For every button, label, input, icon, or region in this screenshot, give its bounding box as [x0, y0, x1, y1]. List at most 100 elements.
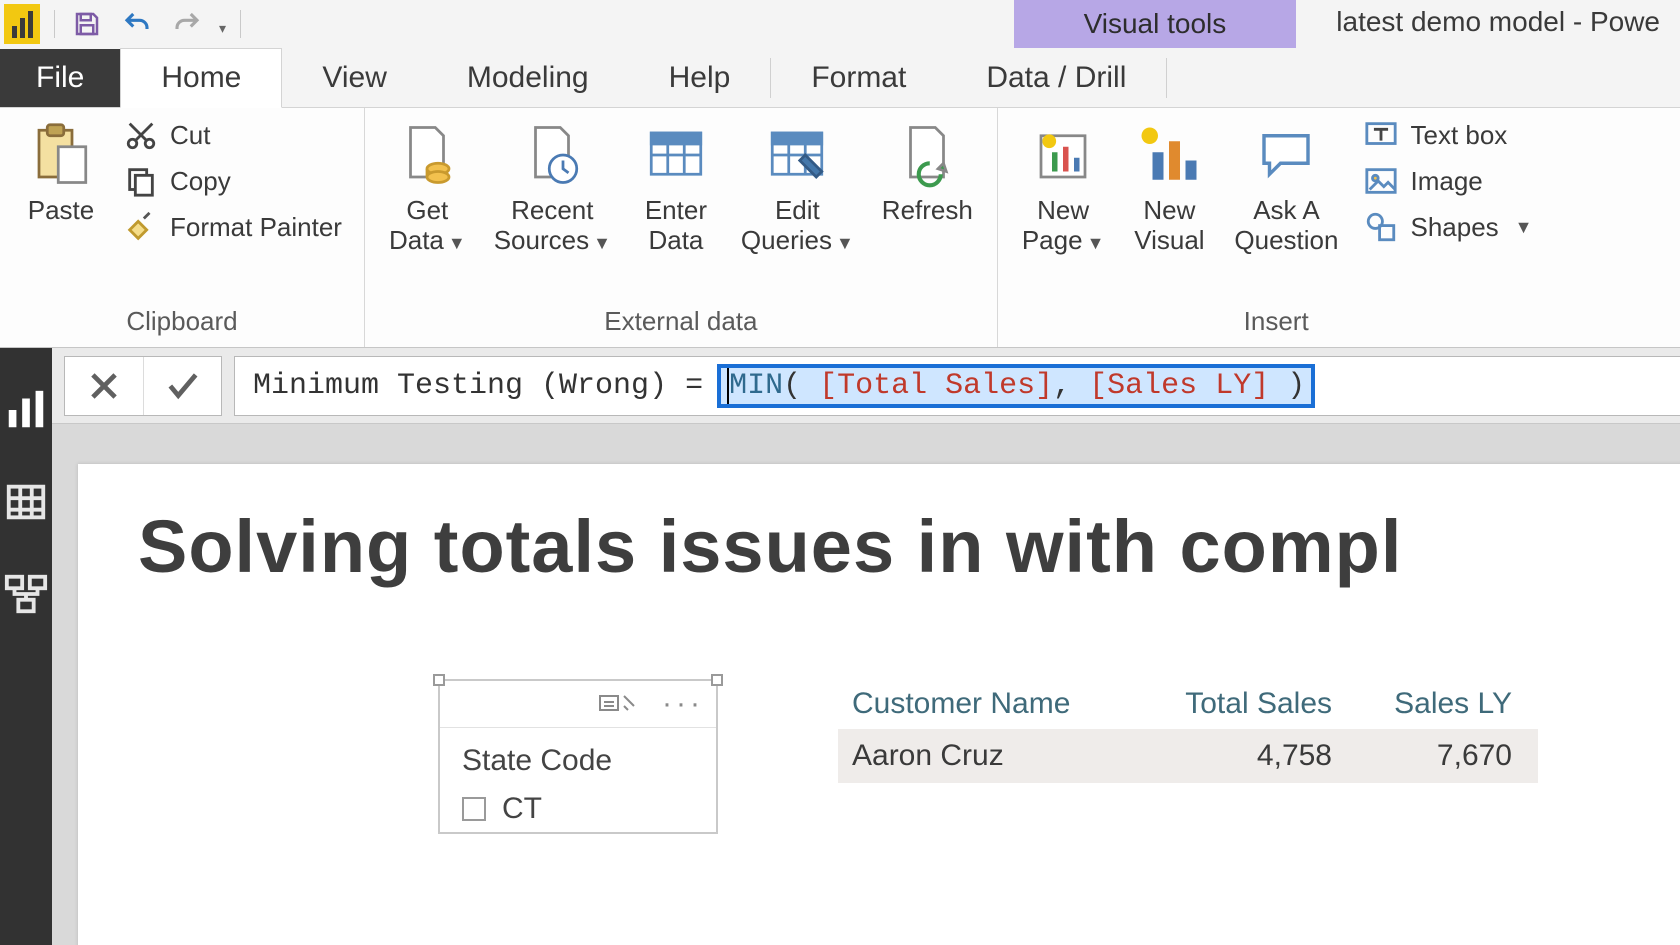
copy-button[interactable]: Copy — [118, 162, 348, 200]
ask-question-button[interactable]: Ask A Question — [1226, 114, 1346, 262]
copy-icon — [124, 164, 158, 198]
cut-label: Cut — [170, 120, 210, 151]
checkbox-icon[interactable] — [462, 797, 486, 821]
separator — [54, 10, 55, 38]
table-row[interactable]: Aaron Cruz 4,758 7,670 — [838, 729, 1538, 783]
recent-sources-icon — [517, 120, 587, 190]
table-header[interactable]: Customer Name — [852, 687, 1152, 721]
format-painter-button[interactable]: Format Painter — [118, 208, 348, 246]
formula-rparen: ) — [1269, 369, 1305, 403]
get-data-label: Get Data — [389, 195, 448, 255]
textbox-icon — [1364, 118, 1398, 152]
tab-data-drill[interactable]: Data / Drill — [946, 49, 1166, 107]
image-label: Image — [1410, 166, 1482, 197]
table-cell: Aaron Cruz — [852, 739, 1152, 773]
slicer-item-label: CT — [502, 792, 542, 826]
format-painter-icon — [124, 210, 158, 244]
group-label-clipboard: Clipboard — [126, 302, 237, 343]
cut-icon — [124, 118, 158, 152]
slicer-visual[interactable]: ··· State Code CT — [438, 679, 718, 834]
edit-queries-icon — [762, 120, 832, 190]
get-data-icon — [392, 120, 462, 190]
image-button[interactable]: Image — [1358, 162, 1538, 200]
table-header[interactable]: Sales LY — [1332, 687, 1512, 721]
edit-queries-label: Edit Queries — [741, 195, 832, 255]
nav-report-view[interactable] — [0, 384, 52, 436]
selection-handle-icon[interactable] — [433, 674, 445, 686]
formula-measure-1: [Total Sales] — [819, 369, 1053, 403]
refresh-label: Refresh — [882, 196, 973, 226]
save-icon[interactable] — [69, 6, 105, 42]
image-icon — [1364, 164, 1398, 198]
tab-modeling[interactable]: Modeling — [427, 49, 629, 107]
get-data-button[interactable]: Get Data▼ — [381, 114, 474, 262]
window-title: latest demo model - Powe — [1296, 0, 1680, 48]
textbox-label: Text box — [1410, 120, 1507, 151]
redo-icon[interactable] — [169, 6, 205, 42]
dropdown-caret-icon: ▼ — [593, 233, 611, 253]
edit-queries-button[interactable]: Edit Queries▼ — [733, 114, 862, 262]
ask-question-label: Ask A Question — [1234, 196, 1338, 256]
group-label-external: External data — [604, 302, 757, 343]
table-visual[interactable]: Customer Name Total Sales Sales LY Aaron… — [838, 679, 1538, 834]
tab-format[interactable]: Format — [771, 49, 946, 107]
table-cell: 7,670 — [1332, 739, 1512, 773]
dropdown-caret-icon: ▼ — [836, 233, 854, 253]
formula-lhs: Minimum Testing (Wrong) = — [253, 369, 721, 403]
recent-sources-button[interactable]: Recent Sources▼ — [486, 114, 619, 262]
new-page-icon — [1028, 120, 1098, 190]
selection-handle-icon[interactable] — [711, 674, 723, 686]
slicer-clear-icon[interactable] — [598, 690, 638, 718]
nav-data-view[interactable] — [0, 476, 52, 528]
tab-file[interactable]: File — [0, 49, 120, 107]
slicer-menu-icon[interactable]: ··· — [662, 687, 704, 721]
separator — [1166, 58, 1167, 98]
shapes-label: Shapes — [1410, 212, 1498, 243]
formula-lparen: ( — [783, 369, 819, 403]
paste-label: Paste — [28, 196, 95, 226]
formula-bar-input[interactable]: Minimum Testing (Wrong) = MIN( [Total Sa… — [234, 356, 1680, 416]
formula-commit-button[interactable] — [143, 357, 221, 415]
new-visual-icon — [1134, 120, 1204, 190]
dropdown-caret-icon: ▼ — [1515, 217, 1533, 238]
new-visual-label: New Visual — [1134, 196, 1204, 256]
qat-customize-icon[interactable]: ▾ — [219, 20, 226, 37]
new-page-label: New Page — [1022, 195, 1089, 255]
paste-button[interactable]: Paste — [16, 114, 106, 232]
table-cell: 4,758 — [1152, 739, 1332, 773]
dropdown-caret-icon: ▼ — [1087, 233, 1105, 253]
separator — [240, 10, 241, 38]
table-header-row: Customer Name Total Sales Sales LY — [838, 679, 1538, 729]
enter-data-icon — [641, 120, 711, 190]
slicer-title: State Code — [440, 728, 716, 786]
cut-button[interactable]: Cut — [118, 116, 348, 154]
tab-home[interactable]: Home — [120, 48, 282, 108]
formula-comma: , — [1053, 369, 1089, 403]
nav-model-view[interactable] — [0, 568, 52, 620]
formula-function: MIN — [729, 369, 783, 403]
group-label-insert: Insert — [1244, 302, 1309, 343]
refresh-button[interactable]: Refresh — [874, 114, 981, 232]
copy-label: Copy — [170, 166, 231, 197]
enter-data-label: Enter Data — [645, 196, 707, 256]
enter-data-button[interactable]: Enter Data — [631, 114, 721, 262]
paste-icon — [26, 120, 96, 190]
dropdown-caret-icon: ▼ — [448, 233, 466, 253]
page-title: Solving totals issues in with compl — [138, 504, 1680, 589]
app-logo-icon — [4, 4, 40, 44]
table-header[interactable]: Total Sales — [1152, 687, 1332, 721]
new-page-button[interactable]: New Page▼ — [1014, 114, 1113, 262]
textbox-button[interactable]: Text box — [1358, 116, 1538, 154]
formula-cancel-button[interactable] — [65, 357, 143, 415]
formula-highlight: MIN( [Total Sales], [Sales LY] ) — [721, 368, 1311, 404]
refresh-icon — [892, 120, 962, 190]
contextual-tab-label: Visual tools — [1014, 0, 1297, 48]
shapes-button[interactable]: Shapes ▼ — [1358, 208, 1538, 246]
undo-icon[interactable] — [119, 6, 155, 42]
recent-sources-label: Recent Sources — [494, 195, 594, 255]
tab-help[interactable]: Help — [629, 49, 771, 107]
formula-measure-2: [Sales LY] — [1089, 369, 1269, 403]
slicer-item[interactable]: CT — [440, 786, 716, 832]
tab-view[interactable]: View — [282, 49, 426, 107]
new-visual-button[interactable]: New Visual — [1124, 114, 1214, 262]
